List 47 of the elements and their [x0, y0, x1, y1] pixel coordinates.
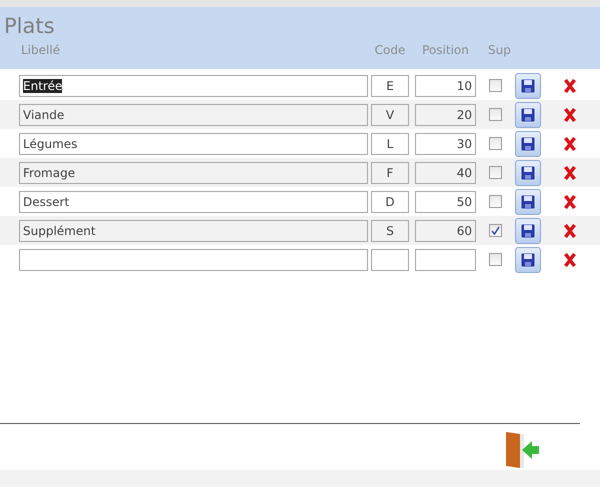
save-button[interactable]: [515, 72, 541, 98]
checkbox[interactable]: [489, 224, 502, 237]
position-field[interactable]: 30: [415, 132, 476, 154]
delete-icon[interactable]: [562, 136, 578, 152]
label-field[interactable]: Entrée: [19, 74, 368, 96]
code-field[interactable]: F: [371, 162, 409, 184]
save-button[interactable]: [515, 160, 541, 186]
checkbox[interactable]: [489, 253, 502, 266]
save-button[interactable]: [515, 102, 541, 128]
delete-icon[interactable]: [562, 164, 578, 180]
delete-icon[interactable]: [562, 106, 578, 122]
delete-icon[interactable]: [562, 194, 578, 210]
label-field[interactable]: Légumes: [19, 132, 368, 154]
code-field[interactable]: L: [371, 132, 409, 154]
delete-icon[interactable]: [562, 222, 578, 238]
position-field[interactable]: [415, 248, 476, 270]
label-field[interactable]: [19, 248, 368, 270]
label-field[interactable]: Fromage: [19, 162, 368, 184]
code-field[interactable]: S: [371, 220, 409, 242]
column-header: Code: [374, 43, 406, 57]
position-field[interactable]: 50: [415, 190, 476, 212]
delete-icon[interactable]: [562, 78, 578, 94]
column-header: Sup: [488, 43, 512, 57]
code-field[interactable]: E: [371, 74, 409, 96]
save-button[interactable]: [515, 246, 541, 272]
delete-icon[interactable]: [562, 252, 578, 268]
checkbox[interactable]: [489, 108, 502, 121]
column-header: Libellé: [20, 43, 62, 57]
checkbox[interactable]: [489, 166, 502, 179]
form-title: Plats: [4, 13, 55, 39]
label-field[interactable]: Supplément: [19, 220, 368, 242]
position-field[interactable]: 10: [415, 74, 476, 96]
save-button[interactable]: [515, 188, 541, 214]
column-header: Position: [421, 43, 470, 57]
position-field[interactable]: 20: [415, 104, 476, 126]
save-button[interactable]: [515, 130, 541, 156]
checkbox[interactable]: [489, 195, 502, 208]
save-button[interactable]: [515, 218, 541, 244]
checkbox[interactable]: [489, 137, 502, 150]
label-field[interactable]: Dessert: [19, 190, 368, 212]
label-field[interactable]: Viande: [19, 104, 368, 126]
code-field[interactable]: [371, 248, 409, 270]
code-field[interactable]: V: [371, 104, 409, 126]
code-field[interactable]: D: [371, 190, 409, 212]
checkbox[interactable]: [489, 79, 502, 92]
position-field[interactable]: 60: [415, 220, 476, 242]
position-field[interactable]: 40: [415, 162, 476, 184]
